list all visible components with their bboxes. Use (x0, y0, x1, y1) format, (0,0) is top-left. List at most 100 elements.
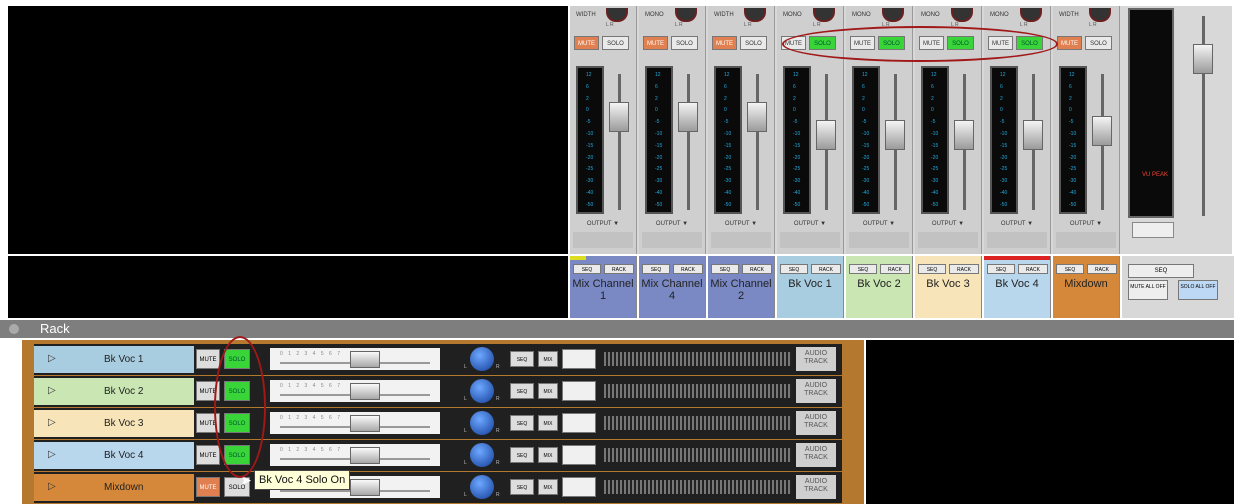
rack-button[interactable]: RACK (742, 264, 772, 274)
seq-button[interactable]: SEQ (849, 264, 877, 274)
mute-button[interactable]: MUTE (643, 36, 668, 50)
mute-button[interactable]: MUTE (196, 477, 220, 497)
fader-handle[interactable] (678, 101, 698, 132)
pan-knob[interactable] (470, 379, 494, 403)
output-selector[interactable]: OUTPUT ▼ (915, 218, 981, 230)
seq-button[interactable]: SEQ (573, 264, 601, 274)
channel-nameplate[interactable]: SEQ RACK Bk Voc 2 (846, 256, 913, 318)
width-knob[interactable] (1020, 8, 1042, 22)
device-name-plate[interactable]: ▷ Bk Voc 2 (34, 378, 194, 405)
device-name-plate[interactable]: ▷ Bk Voc 4 (34, 442, 194, 469)
mix-button[interactable]: MIX (538, 447, 558, 463)
device-name-plate[interactable]: ▷ Mixdown (34, 474, 194, 501)
solo-all-off-button[interactable]: SOLO ALL OFF (1178, 280, 1218, 300)
mute-button[interactable]: MUTE (712, 36, 737, 50)
output-selector[interactable]: OUTPUT ▼ (639, 218, 705, 230)
rack-button[interactable]: RACK (880, 264, 910, 274)
fader-handle[interactable] (1023, 120, 1043, 151)
output-selector[interactable]: OUTPUT ▼ (1053, 218, 1119, 230)
slider-handle[interactable] (350, 479, 380, 496)
mix-button[interactable]: MIX (538, 351, 558, 367)
fader-handle[interactable] (1092, 115, 1112, 146)
slider-handle[interactable] (350, 447, 380, 464)
seq-button[interactable]: SEQ (510, 383, 534, 399)
expand-triangle-icon[interactable]: ▷ (48, 481, 56, 492)
width-knob[interactable] (606, 8, 628, 22)
mute-all-off-button[interactable]: MUTE ALL OFF (1128, 280, 1168, 300)
output-selector[interactable]: OUTPUT ▼ (777, 218, 843, 230)
waveform-icon[interactable] (562, 381, 596, 401)
meter-toggle-button[interactable] (1132, 222, 1174, 238)
fader-handle[interactable] (816, 120, 836, 151)
output-selector[interactable]: OUTPUT ▼ (708, 218, 774, 230)
seq-button[interactable]: SEQ (510, 415, 534, 431)
width-knob[interactable] (813, 8, 835, 22)
expand-triangle-icon[interactable]: ▷ (48, 449, 56, 460)
channel-nameplate[interactable]: SEQ RACK Bk Voc 1 (777, 256, 844, 318)
master-fader-handle[interactable] (1193, 44, 1213, 74)
mix-button[interactable]: MIX (538, 479, 558, 495)
rack-button[interactable]: RACK (1018, 264, 1048, 274)
rack-button[interactable]: RACK (673, 264, 703, 274)
output-selector[interactable]: OUTPUT ▼ (984, 218, 1050, 230)
waveform-icon[interactable] (562, 349, 596, 369)
slider-handle[interactable] (350, 351, 380, 368)
solo-button[interactable]: SOLO (740, 36, 767, 50)
channel-nameplate[interactable]: SEQ RACK Mix Channel 1 (570, 256, 637, 318)
expand-triangle-icon[interactable]: ▷ (48, 385, 56, 396)
pan-knob[interactable] (470, 411, 494, 435)
seq-button[interactable]: SEQ (510, 351, 534, 367)
waveform-icon[interactable] (562, 413, 596, 433)
mute-button[interactable]: MUTE (196, 445, 220, 465)
seq-button[interactable]: SEQ (1056, 264, 1084, 274)
solo-button[interactable]: SOLO (1085, 36, 1112, 50)
rack-button[interactable]: RACK (949, 264, 979, 274)
mix-button[interactable]: MIX (538, 415, 558, 431)
volume-slider[interactable]: 0 1 2 3 4 5 6 7 (270, 444, 440, 466)
channel-nameplate[interactable]: SEQ RACK Mix Channel 4 (639, 256, 706, 318)
seq-button[interactable]: SEQ (711, 264, 739, 274)
waveform-icon[interactable] (562, 477, 596, 497)
solo-button[interactable]: SOLO (671, 36, 698, 50)
width-knob[interactable] (882, 8, 904, 22)
rack-button[interactable]: RACK (811, 264, 841, 274)
fader-handle[interactable] (885, 120, 905, 151)
expand-triangle-icon[interactable]: ▷ (48, 353, 56, 364)
slider-handle[interactable] (350, 383, 380, 400)
channel-nameplate[interactable]: SEQ RACK Mix Channel 2 (708, 256, 775, 318)
width-knob[interactable] (675, 8, 697, 22)
width-knob[interactable] (951, 8, 973, 22)
fader-handle[interactable] (954, 120, 974, 151)
channel-nameplate[interactable]: SEQ RACK Bk Voc 3 (915, 256, 982, 318)
volume-slider[interactable]: 0 1 2 3 4 5 6 7 (270, 380, 440, 402)
seq-button[interactable]: SEQ (918, 264, 946, 274)
volume-slider[interactable]: 0 1 2 3 4 5 6 7 (270, 412, 440, 434)
width-knob[interactable] (744, 8, 766, 22)
seq-button[interactable]: SEQ (987, 264, 1015, 274)
collapse-icon[interactable] (9, 324, 19, 334)
slider-handle[interactable] (350, 415, 380, 432)
fader-handle[interactable] (609, 101, 629, 132)
expand-triangle-icon[interactable]: ▷ (48, 417, 56, 428)
mix-button[interactable]: MIX (538, 383, 558, 399)
device-name-plate[interactable]: ▷ Bk Voc 3 (34, 410, 194, 437)
waveform-icon[interactable] (562, 445, 596, 465)
pan-knob[interactable] (470, 443, 494, 467)
volume-slider[interactable]: 0 1 2 3 4 5 6 7 (270, 348, 440, 370)
device-name-plate[interactable]: ▷ Bk Voc 1 (34, 346, 194, 373)
pan-knob[interactable] (470, 347, 494, 371)
pan-knob[interactable] (470, 475, 494, 499)
solo-button[interactable]: SOLO (602, 36, 629, 50)
channel-nameplate[interactable]: SEQ RACK Mixdown (1053, 256, 1120, 318)
output-selector[interactable]: OUTPUT ▼ (570, 218, 636, 230)
width-knob[interactable] (1089, 8, 1111, 22)
fader-handle[interactable] (747, 101, 767, 132)
mute-button[interactable]: MUTE (196, 349, 220, 369)
seq-button[interactable]: SEQ (780, 264, 808, 274)
output-selector[interactable]: OUTPUT ▼ (846, 218, 912, 230)
seq-button[interactable]: SEQ (510, 447, 534, 463)
rack-button[interactable]: RACK (604, 264, 634, 274)
global-seq-button[interactable]: SEQ (1128, 264, 1194, 278)
seq-button[interactable]: SEQ (642, 264, 670, 274)
rack-button[interactable]: RACK (1087, 264, 1117, 274)
